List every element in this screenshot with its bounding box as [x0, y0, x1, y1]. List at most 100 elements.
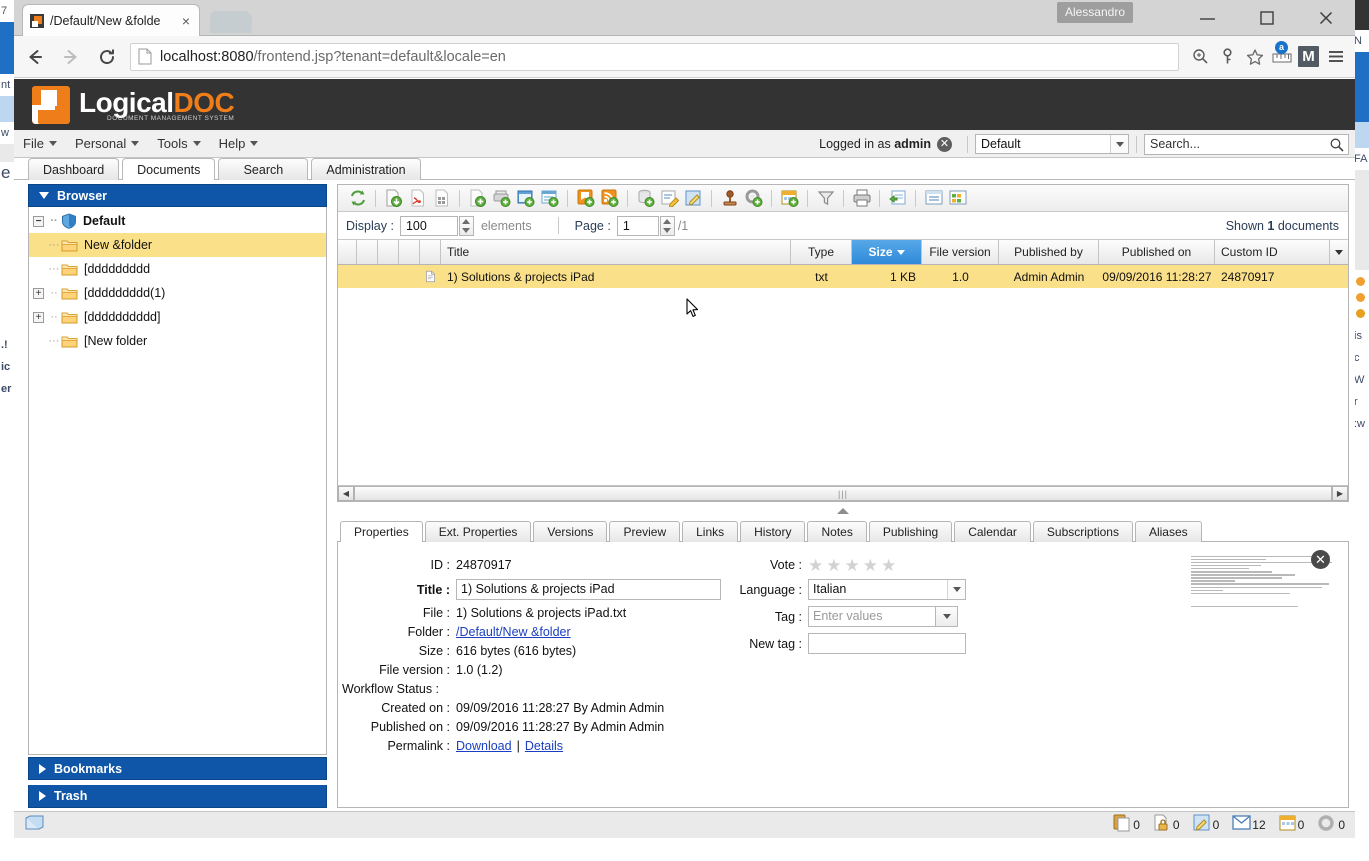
- col-published-on[interactable]: Published on: [1099, 240, 1215, 264]
- table-row[interactable]: 1) Solutions & projects iPad txt 1 KB 1.…: [338, 265, 1348, 288]
- title-input[interactable]: 1) Solutions & projects iPad: [456, 579, 721, 600]
- filter-icon[interactable]: [814, 187, 837, 210]
- tree-expand-toggle[interactable]: +: [33, 311, 44, 323]
- tree-expand-toggle[interactable]: +: [33, 287, 44, 299]
- address-bar[interactable]: localhost:8080/frontend.jsp?tenant=defau…: [130, 42, 1179, 71]
- star-icon[interactable]: ★: [863, 557, 878, 574]
- sidebar-browser-header[interactable]: Browser: [28, 184, 327, 207]
- col-custom-id[interactable]: Custom ID: [1215, 240, 1330, 264]
- tab-dashboard[interactable]: Dashboard: [28, 158, 120, 180]
- chrome-menu-icon[interactable]: [1322, 43, 1349, 71]
- chevron-down-icon[interactable]: [1110, 135, 1128, 153]
- dtab-subscriptions[interactable]: Subscriptions: [1032, 521, 1133, 542]
- tree-item-ddddddddd[interactable]: ··· [ddddddddd: [29, 257, 326, 281]
- col-checkbox[interactable]: [338, 240, 357, 264]
- page-number-input[interactable]: 1: [616, 215, 659, 236]
- refresh-icon[interactable]: [346, 187, 369, 210]
- close-button[interactable]: [1296, 0, 1355, 36]
- add-form-icon[interactable]: [514, 187, 537, 210]
- close-tab-icon[interactable]: ×: [179, 14, 193, 28]
- tenant-select[interactable]: Default: [975, 134, 1129, 154]
- scroll-thumb[interactable]: |||: [354, 486, 1332, 501]
- scroll-left-icon[interactable]: ◀: [338, 486, 354, 501]
- browser-tab[interactable]: /Default/New &folde ×: [22, 4, 200, 36]
- mail-extension-icon[interactable]: M: [1295, 43, 1322, 71]
- print-icon[interactable]: [850, 187, 873, 210]
- col-file-version[interactable]: File version: [922, 240, 999, 264]
- maximize-button[interactable]: [1237, 0, 1296, 36]
- edit-document-icon[interactable]: [658, 187, 681, 210]
- dtab-aliases[interactable]: Aliases: [1134, 521, 1202, 542]
- col-size[interactable]: Size: [852, 240, 922, 264]
- star-icon[interactable]: ★: [845, 557, 860, 574]
- new-tab-button[interactable]: [209, 11, 253, 33]
- dtab-notes[interactable]: Notes: [807, 521, 867, 542]
- status-calendar[interactable]: 0: [1279, 814, 1304, 836]
- chevron-down-icon[interactable]: [947, 580, 965, 599]
- row-checkbox[interactable]: [338, 265, 357, 288]
- page-number-stepper[interactable]: [659, 215, 675, 236]
- tree-item-dddddddddd[interactable]: + ·· [dddddddddd]: [29, 305, 326, 329]
- workflow-icon[interactable]: [742, 187, 765, 210]
- sidebar-bookmarks-header[interactable]: Bookmarks: [28, 757, 327, 780]
- status-workflow[interactable]: 0: [1317, 814, 1345, 837]
- list-view-icon[interactable]: [922, 187, 945, 210]
- dtab-history[interactable]: History: [740, 521, 806, 542]
- menu-tools[interactable]: Tools: [148, 130, 209, 158]
- status-messages[interactable]: 12: [1232, 815, 1266, 835]
- status-locked[interactable]: 0: [1153, 814, 1180, 837]
- star-icon[interactable]: ★: [881, 557, 896, 574]
- permalink-download-link[interactable]: Download: [456, 739, 512, 753]
- minimize-button[interactable]: [1178, 0, 1237, 36]
- dtab-publishing[interactable]: Publishing: [868, 521, 953, 542]
- annotate-icon[interactable]: [682, 187, 705, 210]
- display-count-input[interactable]: 100: [399, 215, 458, 236]
- row-flag[interactable]: [357, 265, 378, 288]
- tree-item-new-folder[interactable]: ··· New &folder: [29, 233, 326, 257]
- dtab-preview[interactable]: Preview: [609, 521, 681, 542]
- dtab-ext-properties[interactable]: Ext. Properties: [424, 521, 532, 542]
- sidebar-trash-header[interactable]: Trash: [28, 785, 327, 808]
- menu-personal[interactable]: Personal: [66, 130, 148, 158]
- star-icon[interactable]: [1241, 43, 1268, 71]
- search-icon[interactable]: [1329, 137, 1345, 156]
- col-published-by[interactable]: Published by: [999, 240, 1099, 264]
- status-clipboard[interactable]: 0: [1113, 814, 1140, 837]
- tag-dropdown-icon[interactable]: [936, 606, 958, 627]
- dtab-versions[interactable]: Versions: [533, 521, 608, 542]
- scanner-icon[interactable]: [24, 815, 46, 835]
- grid-column-menu-icon[interactable]: [1330, 240, 1348, 264]
- display-count-stepper[interactable]: [458, 215, 474, 236]
- zoom-in-icon[interactable]: [1187, 43, 1214, 71]
- scroll-right-icon[interactable]: ▶: [1332, 486, 1348, 501]
- dtab-calendar[interactable]: Calendar: [954, 521, 1031, 542]
- download-icon[interactable]: [382, 187, 405, 210]
- logout-icon[interactable]: ✕: [937, 136, 952, 152]
- col-flag[interactable]: [357, 240, 378, 264]
- status-checkedout[interactable]: 0: [1193, 814, 1219, 837]
- grid-horizontal-scrollbar[interactable]: ◀ ||| ▶: [338, 485, 1348, 501]
- col-lock[interactable]: [378, 240, 399, 264]
- tab-administration[interactable]: Administration: [311, 158, 421, 180]
- col-icon[interactable]: [420, 240, 441, 264]
- add-note-icon[interactable]: [538, 187, 561, 210]
- col-title[interactable]: Title: [441, 240, 791, 264]
- star-icon[interactable]: ★: [826, 557, 841, 574]
- dtab-links[interactable]: Links: [682, 521, 739, 542]
- tree-item-default[interactable]: − ·· Default: [29, 209, 326, 233]
- tree-collapse-toggle[interactable]: −: [33, 215, 44, 227]
- permalink-details-link[interactable]: Details: [525, 739, 563, 753]
- export-pdf-icon[interactable]: [406, 187, 429, 210]
- calendar-add-icon[interactable]: [778, 187, 801, 210]
- folder-link[interactable]: /Default/New &folder: [456, 625, 571, 639]
- tab-documents[interactable]: Documents: [122, 158, 216, 181]
- gallery-view-icon[interactable]: [946, 187, 969, 210]
- menu-help[interactable]: Help: [210, 130, 268, 158]
- panel-splitter[interactable]: [337, 506, 1349, 516]
- back-arrow-icon[interactable]: [20, 42, 50, 72]
- tree-item-new-folder-2[interactable]: ··· [New folder: [29, 329, 326, 353]
- search-input[interactable]: Search...: [1144, 133, 1349, 156]
- tab-search[interactable]: Search: [218, 158, 309, 180]
- col-indexed[interactable]: [399, 240, 420, 264]
- sign-icon[interactable]: [718, 187, 741, 210]
